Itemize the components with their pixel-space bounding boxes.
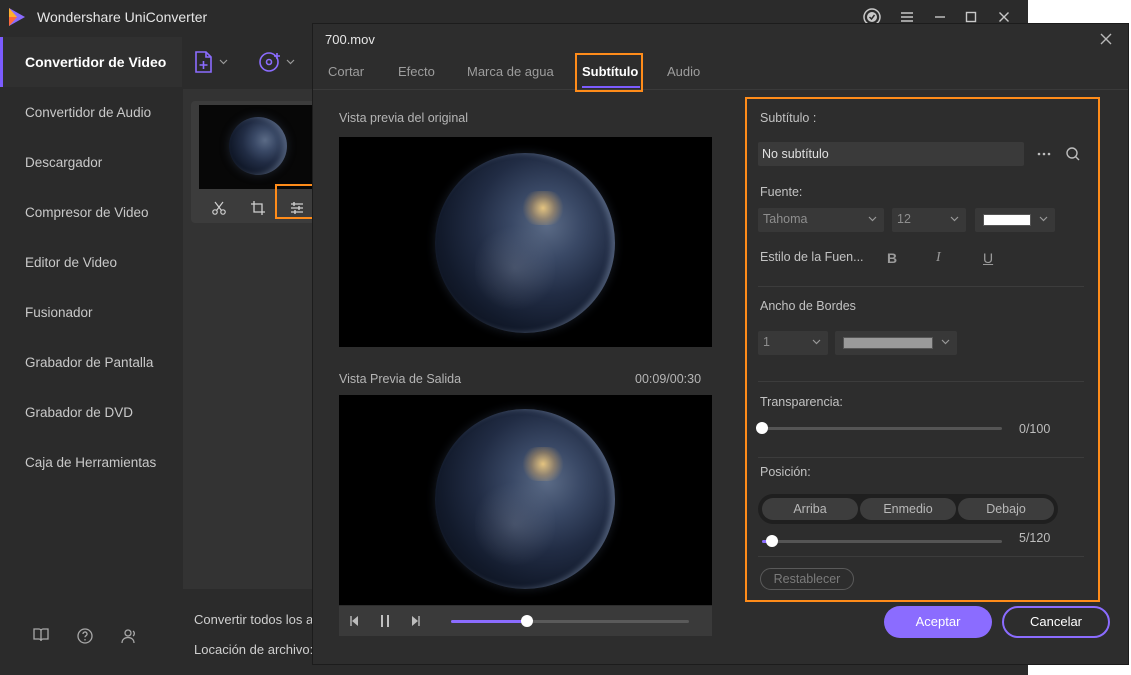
chevron-down-icon (286, 59, 295, 65)
dialog-tabs: Cortar Efecto Marca de agua Subtítulo Au… (313, 56, 1128, 90)
tab-efecto[interactable]: Efecto (398, 64, 435, 79)
next-frame-icon[interactable] (407, 613, 423, 629)
original-preview (339, 137, 712, 347)
sidebar-item-audio-converter[interactable]: Convertidor de Audio (0, 87, 182, 137)
original-preview-label: Vista previa del original (339, 111, 469, 125)
sidebar-item-video-editor[interactable]: Editor de Video (0, 237, 182, 287)
playback-progress-handle[interactable] (521, 615, 533, 627)
subtitle-panel-highlight (745, 97, 1100, 602)
crop-icon[interactable] (250, 200, 266, 216)
add-disc-button[interactable] (258, 49, 295, 75)
sidebar-item-video-compressor[interactable]: Compresor de Video (0, 187, 182, 237)
sidebar-item-toolbox[interactable]: Caja de Herramientas (0, 437, 182, 487)
sidebar-item-screen-recorder[interactable]: Grabador de Pantalla (0, 337, 182, 387)
output-preview (339, 395, 712, 605)
app-logo-icon (6, 6, 28, 28)
sidebar-item-merger[interactable]: Fusionador (0, 287, 182, 337)
subtitle-tab-highlight (575, 53, 643, 92)
help-icon[interactable] (76, 627, 94, 645)
convert-all-label: Convertir todos los ar (194, 612, 318, 627)
earth-image (435, 409, 615, 589)
sidebar: Convertidor de Video Convertidor de Audi… (0, 37, 182, 675)
sidebar-item-downloader[interactable]: Descargador (0, 137, 182, 187)
cancel-button[interactable]: Cancelar (1002, 606, 1110, 638)
previous-frame-icon[interactable] (347, 613, 363, 629)
video-thumbnail (199, 105, 317, 189)
add-file-button[interactable] (193, 49, 228, 75)
playback-time: 00:09/00:30 (635, 372, 702, 386)
account-icon[interactable] (120, 627, 138, 645)
book-icon[interactable] (32, 627, 50, 645)
chevron-down-icon (219, 59, 228, 65)
dialog-title: 700.mov (325, 32, 375, 47)
ok-button[interactable]: Aceptar (884, 606, 992, 638)
app-title: Wondershare UniConverter (37, 9, 208, 25)
tab-audio[interactable]: Audio (667, 64, 700, 79)
sidebar-item-dvd-burner[interactable]: Grabador de DVD (0, 387, 182, 437)
output-preview-label: Vista Previa de Salida (339, 372, 462, 386)
close-icon[interactable] (1099, 32, 1115, 48)
playback-progress-bar[interactable] (451, 615, 689, 627)
earth-image (229, 117, 317, 189)
file-location-label: Locación de archivo: (194, 642, 314, 657)
trim-icon[interactable] (211, 200, 227, 216)
earth-image (435, 153, 615, 333)
player-controls (339, 606, 712, 636)
sidebar-item-video-converter[interactable]: Convertidor de Video (0, 37, 182, 87)
tab-marca-de-agua[interactable]: Marca de agua (467, 64, 554, 79)
tab-cortar[interactable]: Cortar (328, 64, 364, 79)
edit-dialog: 700.mov Cortar Efecto Marca de agua Subt… (313, 24, 1128, 664)
playback-progress-fill (451, 620, 527, 623)
pause-icon[interactable] (377, 613, 393, 629)
